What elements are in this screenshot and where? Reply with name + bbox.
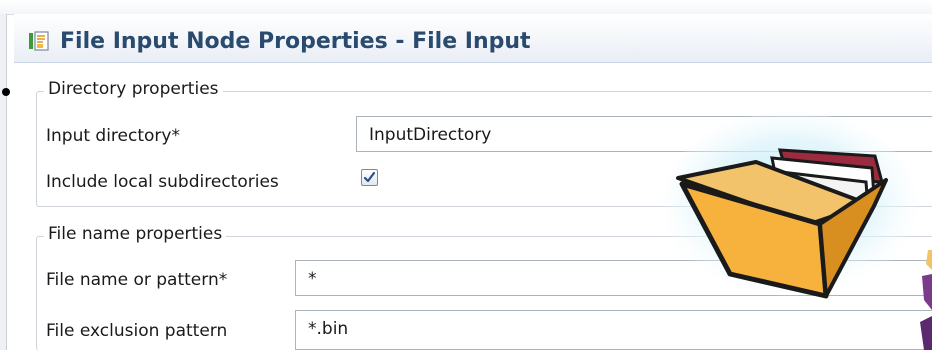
bullet-dot-icon <box>2 88 10 96</box>
directory-properties-legend: Directory properties <box>44 79 223 99</box>
file-name-properties-legend: File name properties <box>44 224 227 244</box>
include-subdirectories-label: Include local subdirectories <box>46 172 279 192</box>
file-name-pattern-label: File name or pattern* <box>46 270 228 290</box>
decorative-edge-art <box>920 250 932 350</box>
left-panel-edge <box>0 14 7 350</box>
properties-icon <box>29 31 49 51</box>
page-header: File Input Node Properties - File Input <box>14 14 932 63</box>
page-title: File Input Node Properties - File Input <box>60 29 531 54</box>
window-top-strip <box>0 0 932 15</box>
checkmark-icon <box>363 171 376 183</box>
include-subdirectories-checkbox[interactable] <box>361 169 378 186</box>
open-folder-icon <box>662 112 918 299</box>
file-exclusion-pattern-label: File exclusion pattern <box>46 321 228 341</box>
file-exclusion-pattern-field[interactable]: *.bin <box>295 310 932 350</box>
input-directory-label: Input directory* <box>46 126 180 146</box>
